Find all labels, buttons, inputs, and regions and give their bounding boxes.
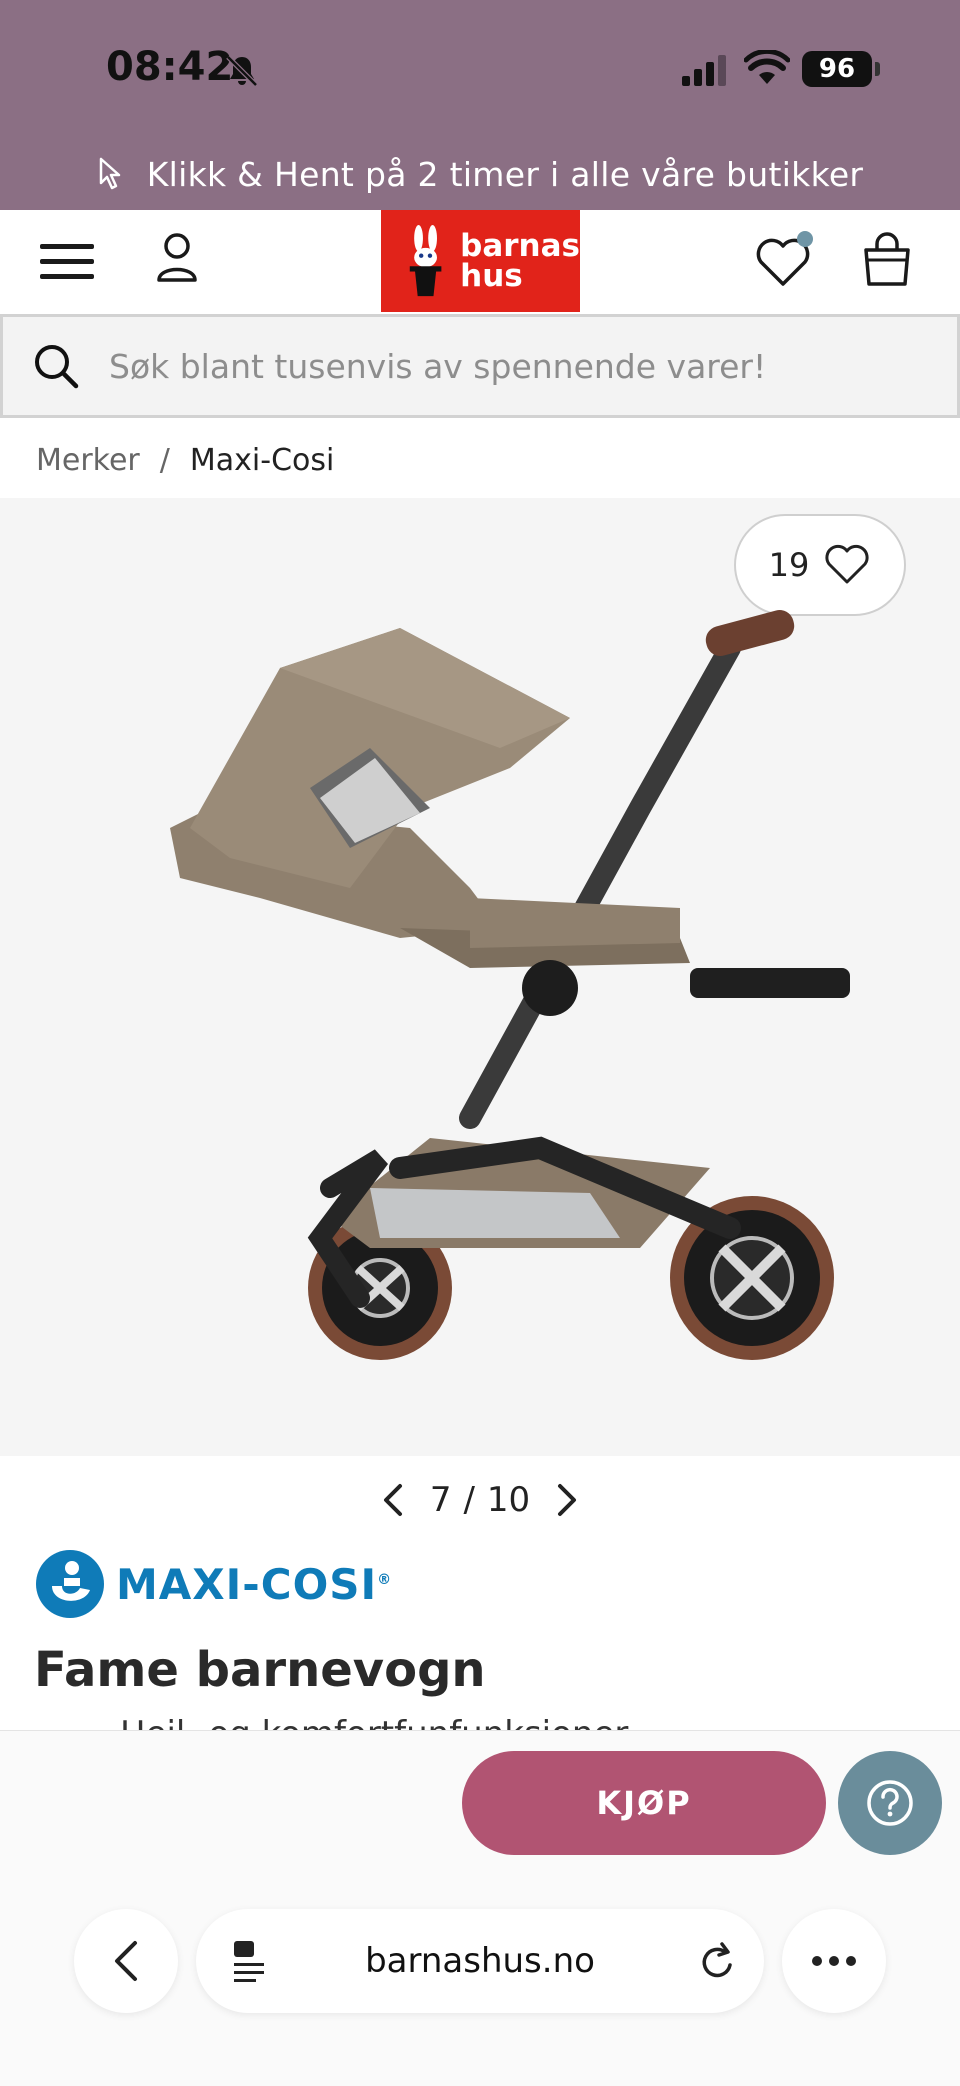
chevron-right-icon[interactable] (554, 1482, 580, 1518)
chevron-left-icon[interactable] (380, 1482, 406, 1518)
battery-tip (875, 62, 880, 76)
reload-icon[interactable] (698, 1941, 738, 1983)
promo-text: Klikk & Hent på 2 timer i alle våre buti… (146, 154, 864, 194)
battery-indicator: 96 (802, 51, 872, 87)
site-header: barnas hus (0, 210, 960, 314)
buy-button[interactable]: KJØP (462, 1751, 826, 1855)
user-icon[interactable] (154, 230, 200, 286)
wifi-icon (744, 50, 790, 84)
bottom-bar: KJØP barnashus.no (0, 1730, 960, 2086)
browser-back-button[interactable] (74, 1909, 178, 2013)
pager-separator: / (463, 1480, 475, 1520)
favorite-count: 19 (768, 546, 810, 584)
browser-url-bar[interactable]: barnashus.no (196, 1909, 764, 2013)
product-subtitle: Heil- og komfortfunfunksjoner (120, 1714, 628, 1730)
breadcrumb: Merker / Maxi-Cosi (36, 440, 334, 480)
brand-registered-mark: ® (377, 1571, 393, 1588)
cursor-icon (99, 157, 120, 190)
logo-line-1: barnas (460, 228, 580, 264)
favorite-button[interactable]: 19 (734, 514, 906, 616)
status-bar: 08:42 96 (0, 0, 960, 140)
product-title: Fame barnevogn (34, 1642, 486, 1698)
maxi-cosi-logo-icon (36, 1550, 104, 1618)
browser-more-button[interactable] (782, 1909, 886, 2013)
promo-banner[interactable]: Klikk & Hent på 2 timer i alle våre buti… (0, 146, 960, 202)
product-subtitle-container: Heil- og komfortfunfunksjoner (0, 1714, 960, 1730)
chevron-left-icon (115, 1941, 137, 1981)
question-icon (867, 1780, 913, 1826)
search-icon[interactable] (33, 343, 79, 389)
search-input[interactable] (109, 346, 929, 386)
browser-url-text: barnashus.no (365, 1941, 595, 1981)
gallery-pager: 7 / 10 (0, 1474, 960, 1526)
logo-line-2: hus (460, 258, 523, 294)
search-bar (0, 314, 960, 418)
bell-slash-icon (226, 55, 258, 87)
logo-text: barnas hus (460, 228, 580, 294)
more-icon (812, 1956, 856, 1966)
product-image-stroller[interactable] (170, 608, 930, 1418)
breadcrumb-separator: / (159, 442, 170, 478)
breadcrumb-item-merker[interactable]: Merker (36, 443, 140, 478)
pager-current: 7 (429, 1480, 452, 1520)
status-time: 08:42 (106, 44, 234, 90)
breadcrumb-item-current[interactable]: Maxi-Cosi (190, 443, 334, 478)
top-band: 08:42 96 Klikk & Hent på 2 timer i alle … (0, 0, 960, 210)
menu-icon[interactable] (38, 238, 96, 286)
site-logo[interactable]: barnas hus (381, 210, 580, 312)
product-gallery[interactable]: 19 (0, 498, 960, 1456)
shopping-bag-icon[interactable] (862, 232, 912, 288)
bunny-logo-icon (409, 225, 442, 297)
brand-logo[interactable]: MAXI-COSI® (34, 1548, 392, 1620)
brand-name-text: MAXI-COSI (116, 1559, 378, 1609)
pager-total: 10 (486, 1480, 531, 1520)
help-button[interactable] (838, 1751, 942, 1855)
heart-icon (825, 544, 869, 584)
wishlist-badge-dot (797, 231, 813, 247)
signal-icon (682, 55, 726, 86)
brand-name: MAXI-COSI® (116, 1560, 392, 1609)
